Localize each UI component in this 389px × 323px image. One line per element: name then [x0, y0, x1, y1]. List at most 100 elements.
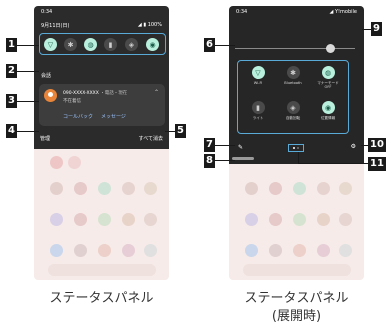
bluetooth-icon: ✱ [286, 66, 300, 79]
app-icon [98, 244, 111, 257]
app-icon [269, 213, 282, 226]
app-icon [122, 244, 135, 257]
page-dot [297, 147, 299, 149]
app-icon [339, 213, 352, 226]
wifi-tile[interactable]: ▽ Wi-Fi [243, 66, 273, 96]
callout-badge-10: 10 [368, 138, 386, 152]
location-tile[interactable]: ◉ 位置情報 [313, 101, 343, 131]
app-icon [98, 213, 111, 226]
wifi-icon: ▽ [251, 66, 265, 79]
notification-title: 090-XXXX-XXXX ・電話・現在 [63, 90, 127, 96]
callout-badge-8: 8 [204, 154, 215, 168]
tile-label: Bluetooth [284, 81, 302, 85]
missed-call-notification[interactable]: 090-XXXX-XXXX ・電話・現在 不在着信 ⌃ コールバック メッセージ [39, 84, 165, 126]
callout-badge-7: 7 [204, 138, 215, 152]
app-icon [50, 182, 63, 195]
app-icon [144, 213, 157, 226]
callout-line [298, 163, 368, 165]
notification-meta: ・電話・現在 [100, 91, 128, 96]
manage-button[interactable]: 管理 [40, 135, 50, 142]
app-icon [245, 182, 258, 195]
location-icon: ◉ [321, 101, 335, 114]
app-icon [269, 244, 282, 257]
callout-line [17, 71, 39, 73]
app-icon [245, 213, 258, 226]
status-bar: 0:34 [34, 6, 169, 18]
page-indicator[interactable] [288, 144, 304, 152]
app-icon [74, 213, 87, 226]
app-icon [269, 182, 282, 195]
callout-line [215, 45, 235, 47]
app-icon [293, 244, 306, 257]
carrier-label: ◢ Y!mobile [329, 9, 357, 15]
status-time: 0:34 [236, 9, 248, 15]
status-time: 0:34 [41, 9, 53, 15]
location-icon[interactable]: ◉ [146, 38, 159, 51]
callout-badge-5: 5 [175, 124, 186, 138]
app-icon [245, 244, 258, 257]
app-icon [317, 182, 330, 195]
notification-status: 不在着信 [63, 99, 81, 104]
callout-line [17, 131, 39, 133]
brightness-slider[interactable] [235, 48, 355, 49]
battery-indicator: ◢ ▮ 100% [137, 22, 162, 28]
app-icon [144, 244, 157, 257]
auto-rotate-tile[interactable]: ◈ 自動回転 [278, 101, 308, 131]
bluetooth-tile[interactable]: ✱ Bluetooth [278, 66, 308, 96]
app-icon [317, 244, 330, 257]
app-icon [317, 213, 330, 226]
status-bar: 0:34 ◢ Y!mobile [229, 6, 364, 18]
expand-icon[interactable]: ⌃ [154, 89, 159, 96]
callout-badge-11: 11 [368, 157, 386, 171]
manner-mode-icon[interactable]: ◍ [84, 38, 97, 51]
app-icon [74, 244, 87, 257]
app-icon [339, 244, 352, 257]
quick-settings-panel: ▽ Wi-Fi ✱ Bluetooth ◍ マナーモード OFF ▮ ライト ◈… [237, 60, 349, 134]
caption-status-panel: ステータスパネル [49, 291, 154, 306]
tile-label: ライト [252, 116, 264, 120]
app-icon [98, 182, 111, 195]
brightness-slider-handle[interactable] [326, 44, 335, 53]
manner-mode-tile[interactable]: ◍ マナーモード OFF [313, 66, 343, 96]
callout-badge-4: 4 [6, 124, 17, 138]
status-panel-screen: 0:34 9月11日(日) ◢ ▮ 100% ▽ ✱ ◍ ▮ ◈ ◉ 会話 09… [34, 6, 169, 280]
edit-icon[interactable]: ✎ [238, 144, 243, 151]
avatar-icon [44, 89, 57, 102]
callout-line [362, 29, 371, 31]
flashlight-icon: ▮ [251, 101, 265, 114]
callback-button[interactable]: コールバック [63, 113, 93, 120]
app-icon [50, 213, 63, 226]
callout-badge-6: 6 [204, 38, 215, 52]
tile-label: Wi-Fi [253, 81, 263, 85]
message-button[interactable]: メッセージ [101, 113, 126, 120]
quick-settings-footer: ✎ ⚙ [229, 142, 364, 156]
callout-line [215, 145, 235, 147]
callout-badge-2: 2 [6, 64, 17, 78]
app-icon [122, 182, 135, 195]
auto-rotate-icon[interactable]: ◈ [125, 38, 138, 51]
wifi-icon[interactable]: ▽ [44, 38, 57, 51]
settings-icon[interactable]: ⚙ [351, 143, 356, 150]
callout-line [215, 160, 235, 162]
app-icon [74, 182, 87, 195]
callout-line [17, 101, 39, 103]
flashlight-icon[interactable]: ▮ [104, 38, 117, 51]
app-icon [293, 182, 306, 195]
app-icon [293, 213, 306, 226]
search-bar [48, 264, 156, 276]
app-icon [122, 213, 135, 226]
app-icon [68, 156, 81, 169]
clear-all-button[interactable]: すべて消去 [139, 135, 163, 142]
tile-label: マナーモード OFF [317, 81, 339, 90]
callout-line [165, 131, 175, 133]
search-bar [243, 264, 351, 276]
callout-line [298, 152, 300, 163]
drag-handle[interactable] [232, 157, 254, 160]
page-dot [293, 147, 295, 149]
section-label: 会話 [41, 73, 52, 79]
app-icon [339, 182, 352, 195]
flashlight-tile[interactable]: ▮ ライト [243, 101, 273, 131]
bluetooth-icon[interactable]: ✱ [64, 38, 77, 51]
app-icon [50, 244, 63, 257]
tile-label: 自動回転 [285, 116, 301, 120]
